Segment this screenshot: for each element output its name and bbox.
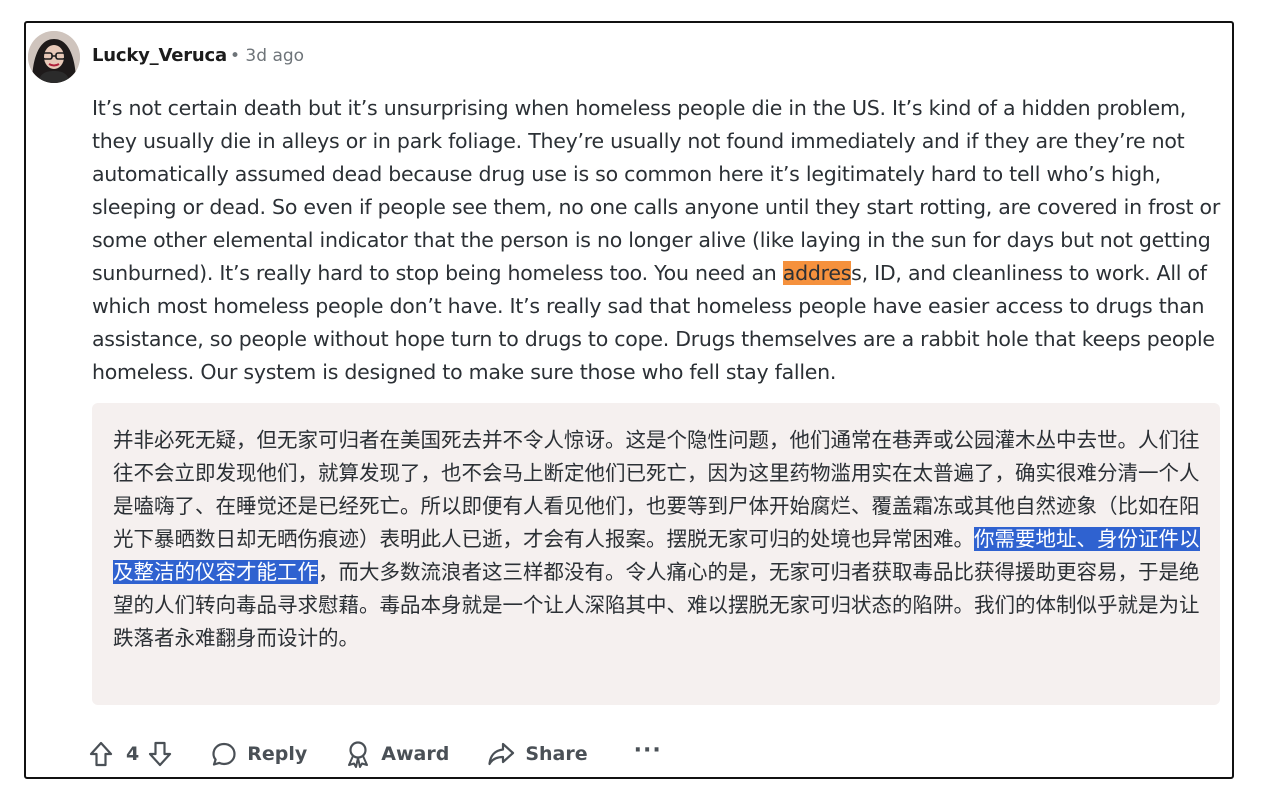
reply-button[interactable]: Reply bbox=[211, 741, 307, 767]
share-label: Share bbox=[525, 743, 588, 765]
highlighted-text: addres bbox=[782, 261, 852, 285]
avatar-image bbox=[28, 31, 80, 83]
award-ribbon-icon bbox=[348, 741, 369, 768]
comment-author[interactable]: Lucky_Veruca bbox=[92, 45, 227, 66]
ellipsis-icon[interactable]: ··· bbox=[634, 738, 662, 763]
arrow-up-icon bbox=[89, 741, 113, 767]
comment-card: Lucky_Veruca • 3d ago It’s not certain d… bbox=[24, 21, 1234, 779]
vote-count: 4 bbox=[126, 743, 140, 765]
comment-actions-bar: 4 Reply Award Share ··· bbox=[88, 734, 662, 774]
downvote-button[interactable] bbox=[147, 740, 173, 768]
share-arrow-icon bbox=[488, 742, 515, 766]
translation-box: 并非必死无疑，但无家可归者在美国死去并不令人惊讶。这是个隐性问题，他们通常在巷弄… bbox=[92, 403, 1220, 705]
reply-label: Reply bbox=[247, 743, 308, 765]
avatar[interactable] bbox=[28, 31, 80, 83]
award-label: Award bbox=[381, 743, 450, 765]
comment-body: It’s not certain death but it’s unsurpri… bbox=[92, 92, 1222, 389]
share-button[interactable]: Share bbox=[487, 741, 588, 767]
arrow-down-icon bbox=[149, 741, 172, 767]
comment-body-text: It’s not certain death but it’s unsurpri… bbox=[92, 96, 1221, 285]
upvote-button[interactable] bbox=[88, 740, 114, 768]
comment-timestamp: • 3d ago bbox=[230, 46, 305, 66]
speech-bubble-icon bbox=[212, 742, 236, 766]
translation-text: 并非必死无疑，但无家可归者在美国死去并不令人惊讶。这是个隐性问题，他们通常在巷弄… bbox=[113, 424, 1201, 655]
award-button[interactable]: Award bbox=[345, 740, 449, 768]
